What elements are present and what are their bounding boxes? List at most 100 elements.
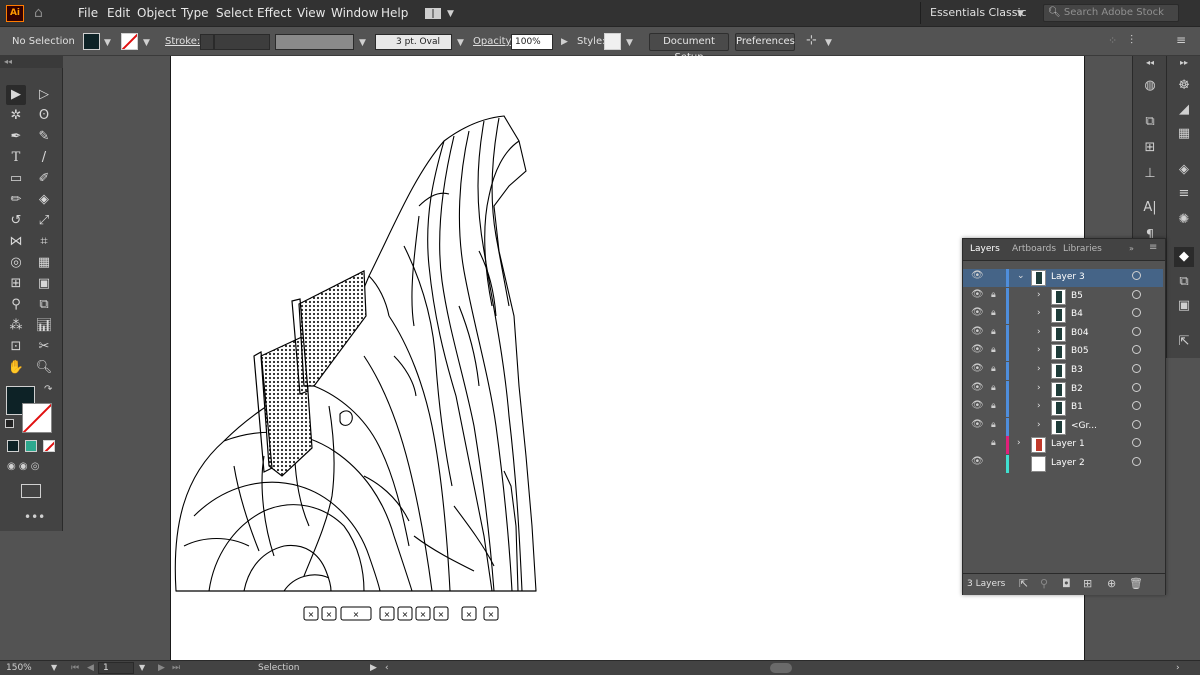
- target-circle-icon[interactable]: [1132, 457, 1141, 466]
- swap-fill-stroke-icon[interactable]: ↷: [44, 384, 52, 395]
- chevron-down-icon[interactable]: ▼: [143, 38, 150, 48]
- layer-row[interactable]: 👁︎ Layer 2: [963, 455, 1163, 473]
- layer-name[interactable]: B04: [1071, 328, 1089, 338]
- draw-normal-icon[interactable]: ◉ ◉ ◎: [7, 461, 40, 472]
- rotate-tool-icon[interactable]: ↺: [6, 211, 26, 231]
- last-artboard-icon[interactable]: ⏭: [172, 663, 180, 673]
- pathfinder-icon[interactable]: ⊥: [1140, 164, 1160, 184]
- locate-object-icon[interactable]: ⚲: [1040, 577, 1048, 590]
- layer-row[interactable]: 👁︎ 🔒︎ › B2: [963, 380, 1163, 399]
- next-artboard-icon[interactable]: ▶: [158, 663, 165, 673]
- layer-name[interactable]: B3: [1071, 365, 1083, 375]
- status-menu-icon[interactable]: ▶: [370, 663, 377, 673]
- grid-icon[interactable]: ⁘: [1108, 34, 1117, 47]
- stroke-swatch[interactable]: [121, 33, 138, 50]
- blend-tool-icon[interactable]: ⧉: [34, 295, 54, 315]
- symbol-sprayer-tool-icon[interactable]: ⁂: [6, 316, 26, 336]
- chevron-right-icon[interactable]: ›: [1017, 438, 1021, 448]
- chevron-down-icon[interactable]: ▼: [51, 663, 57, 672]
- free-transform-tool-icon[interactable]: ⌗: [34, 232, 54, 252]
- current-tool-status[interactable]: Selection: [258, 663, 299, 673]
- chevron-right-icon[interactable]: ▶: [561, 37, 568, 47]
- stroke-weight-input[interactable]: [214, 34, 270, 50]
- visibility-eye-icon[interactable]: 👁︎: [971, 344, 984, 355]
- lasso-tool-icon[interactable]: ʘ: [34, 106, 54, 126]
- visibility-eye-icon[interactable]: 👁︎: [971, 326, 984, 337]
- layer-row[interactable]: 👁︎ 🔒︎ › B3: [963, 362, 1163, 380]
- hamburger-icon[interactable]: ≡: [1176, 33, 1186, 47]
- visibility-eye-icon[interactable]: 👁︎: [971, 307, 984, 318]
- eraser-tool-icon[interactable]: ◈: [34, 190, 54, 210]
- collapse-icon[interactable]: ◂◂: [1140, 58, 1160, 68]
- transparency-icon[interactable]: ✺: [1174, 210, 1194, 230]
- pencil-tool-icon[interactable]: ✏: [6, 190, 26, 210]
- color-guide-icon[interactable]: ◍: [1140, 76, 1160, 96]
- gradient-panel-icon[interactable]: ◢: [1174, 100, 1194, 120]
- mesh-tool-icon[interactable]: ⊞: [6, 274, 26, 294]
- rectangle-tool-icon[interactable]: ▭: [6, 169, 26, 189]
- appearance-icon[interactable]: ◈: [1174, 160, 1194, 180]
- lock-icon[interactable]: 🔒︎: [991, 383, 996, 393]
- zoom-tool-icon[interactable]: 🔍︎: [34, 358, 54, 378]
- menu-help[interactable]: Help: [381, 6, 408, 20]
- transform-icon[interactable]: ⧉: [1140, 112, 1160, 132]
- gradient-mode-button[interactable]: [25, 440, 37, 452]
- menu-select[interactable]: Select: [216, 6, 253, 20]
- lock-icon[interactable]: 🔒︎: [991, 420, 996, 430]
- new-sublayer-icon[interactable]: ⊞: [1083, 577, 1092, 590]
- scroll-left-icon[interactable]: ‹: [385, 663, 389, 673]
- tab-layers[interactable]: Layers: [970, 244, 1000, 254]
- color-mode-button[interactable]: [7, 440, 19, 452]
- layer-row[interactable]: 👁︎ 🔒︎ › B4: [963, 306, 1163, 325]
- chevron-down-icon[interactable]: ▼: [825, 38, 832, 48]
- lock-icon[interactable]: 🔒︎: [991, 345, 996, 355]
- horizontal-scrollbar-thumb[interactable]: [770, 663, 792, 673]
- target-circle-icon[interactable]: [1132, 364, 1141, 373]
- layer-name[interactable]: B1: [1071, 402, 1083, 412]
- chevron-right-icon[interactable]: ›: [1037, 345, 1041, 355]
- more-tools-icon[interactable]: •••: [24, 510, 45, 524]
- stroke-label[interactable]: Stroke:: [165, 36, 200, 47]
- character-icon[interactable]: A|: [1140, 198, 1160, 218]
- stock-search-input[interactable]: 🔍︎ Search Adobe Stock: [1043, 4, 1179, 22]
- layer-name[interactable]: B5: [1071, 291, 1083, 301]
- target-circle-icon[interactable]: [1132, 271, 1141, 280]
- previous-artboard-icon[interactable]: ◀: [87, 663, 94, 673]
- panel-grip[interactable]: ◂◂: [0, 56, 63, 68]
- layer-row[interactable]: 👁︎ 🔒︎ › B04: [963, 324, 1163, 343]
- preferences-button[interactable]: Preferences: [735, 33, 795, 51]
- zoom-level[interactable]: 150%: [6, 663, 32, 673]
- trash-icon[interactable]: 🗑︎: [1129, 577, 1143, 590]
- chevron-right-icon[interactable]: ›: [1037, 401, 1041, 411]
- layer-name[interactable]: Layer 3: [1051, 272, 1085, 282]
- tab-libraries[interactable]: Libraries: [1063, 244, 1102, 254]
- magic-wand-tool-icon[interactable]: ✲: [6, 106, 26, 126]
- align-panel-icon[interactable]: ⊞: [1140, 138, 1160, 158]
- chevron-right-icon[interactable]: ›: [1037, 308, 1041, 318]
- slice-tool-icon[interactable]: ✂: [34, 337, 54, 357]
- chevron-right-icon[interactable]: ›: [1037, 290, 1041, 300]
- curvature-tool-icon[interactable]: ✎: [34, 127, 54, 147]
- menu-window[interactable]: Window: [331, 6, 378, 20]
- layers-panel-icon[interactable]: ◆: [1174, 247, 1194, 267]
- target-circle-icon[interactable]: [1132, 289, 1141, 299]
- menu-object[interactable]: Object: [137, 6, 176, 20]
- visibility-eye-icon[interactable]: 👁︎: [971, 289, 984, 300]
- menu-effect[interactable]: Effect: [257, 6, 292, 20]
- hand-tool-icon[interactable]: ✋: [6, 358, 26, 378]
- chevron-right-icon[interactable]: ›: [1037, 364, 1041, 374]
- layer-name[interactable]: B05: [1071, 346, 1089, 356]
- layer-name[interactable]: <Gr...: [1071, 421, 1097, 431]
- opacity-input[interactable]: 100%: [511, 34, 553, 50]
- visibility-eye-icon[interactable]: 👁︎: [971, 456, 984, 467]
- panel-menu-icon[interactable]: ⫶: [1130, 33, 1133, 48]
- tab-artboards[interactable]: Artboards: [1012, 244, 1056, 254]
- target-circle-icon[interactable]: [1132, 326, 1141, 336]
- visibility-eye-icon[interactable]: 👁︎: [971, 419, 984, 430]
- arrange-documents-icon[interactable]: [425, 8, 441, 19]
- export-assets-icon[interactable]: ⇱: [1019, 577, 1028, 590]
- target-circle-icon[interactable]: [1132, 345, 1141, 355]
- artboards-panel-icon[interactable]: ⧉: [1174, 272, 1194, 292]
- chevron-down-icon[interactable]: ▼: [139, 663, 145, 672]
- graphic-style-swatch[interactable]: [604, 33, 621, 50]
